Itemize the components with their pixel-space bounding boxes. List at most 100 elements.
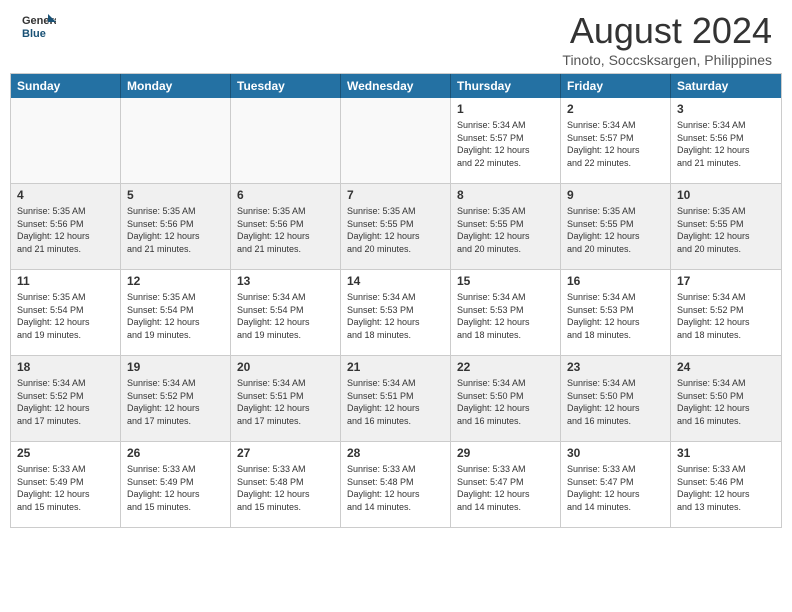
header-day-friday: Friday: [561, 74, 671, 98]
logo: General Blue: [20, 10, 56, 46]
day-info: Sunrise: 5:33 AM Sunset: 5:46 PM Dayligh…: [677, 463, 775, 513]
day-number: 5: [127, 188, 224, 202]
day-number: 17: [677, 274, 775, 288]
day-info: Sunrise: 5:34 AM Sunset: 5:57 PM Dayligh…: [457, 119, 554, 169]
calendar-cell: 24 Sunrise: 5:34 AM Sunset: 5:50 PM Dayli…: [671, 356, 781, 441]
day-number: 21: [347, 360, 444, 374]
day-info: Sunrise: 5:34 AM Sunset: 5:50 PM Dayligh…: [567, 377, 664, 427]
calendar-cell: 8 Sunrise: 5:35 AM Sunset: 5:55 PM Daylig…: [451, 184, 561, 269]
day-info: Sunrise: 5:34 AM Sunset: 5:53 PM Dayligh…: [347, 291, 444, 341]
day-info: Sunrise: 5:34 AM Sunset: 5:50 PM Dayligh…: [677, 377, 775, 427]
day-info: Sunrise: 5:34 AM Sunset: 5:52 PM Dayligh…: [127, 377, 224, 427]
day-number: 4: [17, 188, 114, 202]
day-info: Sunrise: 5:34 AM Sunset: 5:53 PM Dayligh…: [567, 291, 664, 341]
day-info: Sunrise: 5:34 AM Sunset: 5:57 PM Dayligh…: [567, 119, 664, 169]
day-info: Sunrise: 5:35 AM Sunset: 5:55 PM Dayligh…: [677, 205, 775, 255]
day-info: Sunrise: 5:35 AM Sunset: 5:55 PM Dayligh…: [457, 205, 554, 255]
calendar-cell: 5Sunrise: 5:35 AM Sunset: 5:56 PM Daylig…: [121, 184, 231, 269]
calendar-week-2: 4 Sunrise: 5:35 AM Sunset: 5:56 PM Daylig…: [11, 183, 781, 269]
calendar-cell: 11Sunrise: 5:35 AM Sunset: 5:54 PM Dayli…: [11, 270, 121, 355]
calendar-cell: 18 Sunrise: 5:34 AM Sunset: 5:52 PM Dayli…: [11, 356, 121, 441]
calendar-cell: 15 Sunrise: 5:34 AM Sunset: 5:53 PM Dayli…: [451, 270, 561, 355]
calendar-cell: 27 Sunrise: 5:33 AM Sunset: 5:48 PM Dayli…: [231, 442, 341, 527]
day-info: Sunrise: 5:33 AM Sunset: 5:49 PM Dayligh…: [127, 463, 224, 513]
calendar-cell: 9 Sunrise: 5:35 AM Sunset: 5:55 PM Daylig…: [561, 184, 671, 269]
day-number: 23: [567, 360, 664, 374]
day-info: Sunrise: 5:33 AM Sunset: 5:47 PM Dayligh…: [567, 463, 664, 513]
header-day-wednesday: Wednesday: [341, 74, 451, 98]
day-number: 24: [677, 360, 775, 374]
calendar-cell: 16Sunrise: 5:34 AM Sunset: 5:53 PM Dayli…: [561, 270, 671, 355]
day-info: Sunrise: 5:35 AM Sunset: 5:55 PM Dayligh…: [347, 205, 444, 255]
day-number: 6: [237, 188, 334, 202]
day-number: 27: [237, 446, 334, 460]
calendar-cell: [11, 98, 121, 183]
title-block: August 2024 Tinoto, Soccsksargen, Philip…: [562, 10, 772, 68]
calendar-cell: 23 Sunrise: 5:34 AM Sunset: 5:50 PM Dayli…: [561, 356, 671, 441]
day-number: 26: [127, 446, 224, 460]
day-info: Sunrise: 5:33 AM Sunset: 5:48 PM Dayligh…: [237, 463, 334, 513]
calendar-cell: 28Sunrise: 5:33 AM Sunset: 5:48 PM Dayli…: [341, 442, 451, 527]
calendar-cell: 29 Sunrise: 5:33 AM Sunset: 5:47 PM Dayli…: [451, 442, 561, 527]
calendar-cell: [341, 98, 451, 183]
day-number: 7: [347, 188, 444, 202]
day-info: Sunrise: 5:35 AM Sunset: 5:55 PM Dayligh…: [567, 205, 664, 255]
calendar-cell: 13 Sunrise: 5:34 AM Sunset: 5:54 PM Dayli…: [231, 270, 341, 355]
day-info: Sunrise: 5:35 AM Sunset: 5:54 PM Dayligh…: [127, 291, 224, 341]
calendar-cell: 30Sunrise: 5:33 AM Sunset: 5:47 PM Dayli…: [561, 442, 671, 527]
calendar-cell: 1Sunrise: 5:34 AM Sunset: 5:57 PM Daylig…: [451, 98, 561, 183]
day-info: Sunrise: 5:33 AM Sunset: 5:47 PM Dayligh…: [457, 463, 554, 513]
day-info: Sunrise: 5:35 AM Sunset: 5:56 PM Dayligh…: [17, 205, 114, 255]
calendar-cell: 14 Sunrise: 5:34 AM Sunset: 5:53 PM Dayli…: [341, 270, 451, 355]
svg-text:Blue: Blue: [22, 28, 46, 40]
calendar-cell: 20 Sunrise: 5:34 AM Sunset: 5:51 PM Dayli…: [231, 356, 341, 441]
calendar-cell: [231, 98, 341, 183]
calendar-cell: 10Sunrise: 5:35 AM Sunset: 5:55 PM Dayli…: [671, 184, 781, 269]
calendar-cell: 19 Sunrise: 5:34 AM Sunset: 5:52 PM Dayli…: [121, 356, 231, 441]
calendar-cell: 22 Sunrise: 5:34 AM Sunset: 5:50 PM Dayli…: [451, 356, 561, 441]
calendar-header: SundayMondayTuesdayWednesdayThursdayFrid…: [11, 74, 781, 98]
day-number: 20: [237, 360, 334, 374]
day-number: 22: [457, 360, 554, 374]
calendar-body: 1Sunrise: 5:34 AM Sunset: 5:57 PM Daylig…: [11, 98, 781, 527]
day-info: Sunrise: 5:33 AM Sunset: 5:48 PM Dayligh…: [347, 463, 444, 513]
page-header: General Blue August 2024 Tinoto, Soccsks…: [0, 0, 792, 73]
header-day-sunday: Sunday: [11, 74, 121, 98]
location-subtitle: Tinoto, Soccsksargen, Philippines: [562, 52, 772, 68]
calendar-cell: 26 Sunrise: 5:33 AM Sunset: 5:49 PM Dayli…: [121, 442, 231, 527]
day-number: 3: [677, 102, 775, 116]
day-number: 12: [127, 274, 224, 288]
calendar: SundayMondayTuesdayWednesdayThursdayFrid…: [10, 73, 782, 528]
calendar-cell: 31 Sunrise: 5:33 AM Sunset: 5:46 PM Dayli…: [671, 442, 781, 527]
calendar-week-3: 11 Sunrise: 5:35 AM Sunset: 5:54 PM Dayli…: [11, 269, 781, 355]
day-number: 9: [567, 188, 664, 202]
day-info: Sunrise: 5:34 AM Sunset: 5:53 PM Dayligh…: [457, 291, 554, 341]
day-info: Sunrise: 5:34 AM Sunset: 5:52 PM Dayligh…: [17, 377, 114, 427]
day-number: 19: [127, 360, 224, 374]
day-number: 14: [347, 274, 444, 288]
calendar-cell: 3Sunrise: 5:34 AM Sunset: 5:56 PM Daylig…: [671, 98, 781, 183]
day-info: Sunrise: 5:34 AM Sunset: 5:50 PM Dayligh…: [457, 377, 554, 427]
day-info: Sunrise: 5:33 AM Sunset: 5:49 PM Dayligh…: [17, 463, 114, 513]
logo-icon: General Blue: [20, 10, 56, 46]
calendar-cell: 2Sunrise: 5:34 AM Sunset: 5:57 PM Daylig…: [561, 98, 671, 183]
day-number: 25: [17, 446, 114, 460]
day-info: Sunrise: 5:34 AM Sunset: 5:51 PM Dayligh…: [347, 377, 444, 427]
calendar-cell: 17Sunrise: 5:34 AM Sunset: 5:52 PM Dayli…: [671, 270, 781, 355]
calendar-cell: 7 Sunrise: 5:35 AM Sunset: 5:55 PM Daylig…: [341, 184, 451, 269]
day-number: 15: [457, 274, 554, 288]
calendar-cell: 21 Sunrise: 5:34 AM Sunset: 5:51 PM Dayli…: [341, 356, 451, 441]
day-info: Sunrise: 5:34 AM Sunset: 5:51 PM Dayligh…: [237, 377, 334, 427]
day-info: Sunrise: 5:35 AM Sunset: 5:56 PM Dayligh…: [237, 205, 334, 255]
day-number: 11: [17, 274, 114, 288]
day-number: 31: [677, 446, 775, 460]
calendar-cell: 4 Sunrise: 5:35 AM Sunset: 5:56 PM Daylig…: [11, 184, 121, 269]
month-year-title: August 2024: [562, 10, 772, 52]
header-day-thursday: Thursday: [451, 74, 561, 98]
day-number: 18: [17, 360, 114, 374]
calendar-cell: 6 Sunrise: 5:35 AM Sunset: 5:56 PM Daylig…: [231, 184, 341, 269]
day-number: 29: [457, 446, 554, 460]
day-info: Sunrise: 5:34 AM Sunset: 5:54 PM Dayligh…: [237, 291, 334, 341]
day-number: 13: [237, 274, 334, 288]
day-number: 8: [457, 188, 554, 202]
